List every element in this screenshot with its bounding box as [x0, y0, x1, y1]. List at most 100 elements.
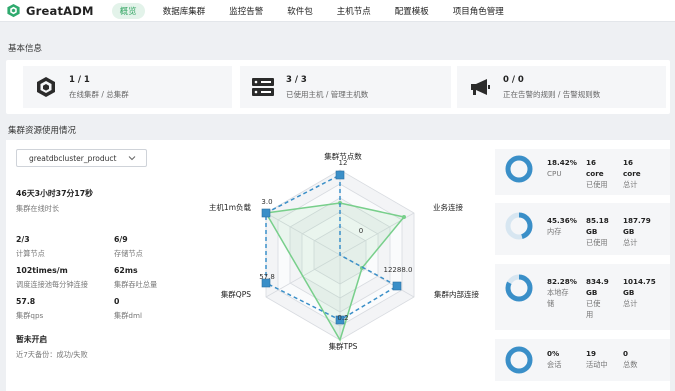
radar-value-node-count: 12 [339, 159, 348, 167]
dml-value: 0 [114, 297, 120, 306]
usage-title: 集群资源使用情况 [8, 126, 77, 136]
storage-used-label-wrap: 用 [586, 310, 594, 319]
compute-nodes-label: 计算节点 [16, 249, 45, 258]
nav-hosts[interactable]: 主机节点 [337, 5, 371, 17]
session-label: 会话 [547, 360, 562, 369]
backup-label: 近7天备份：成功/失败 [16, 350, 88, 359]
pool-conn-metric: 102times/m 调度连接池每分钟连接 [16, 266, 88, 290]
storage-percent: 82.28% [547, 277, 577, 286]
megaphone-icon [467, 74, 493, 100]
nav-config-templates[interactable]: 配置模板 [395, 5, 429, 17]
session-active-value: 19 [586, 349, 597, 358]
compute-nodes-metric: 2/3 计算节点 [16, 235, 45, 259]
cluster-count: 1 / 1 [69, 74, 90, 85]
radar-value-business-conn: 0 [359, 227, 363, 235]
session-percent: 0% [547, 349, 560, 358]
storage-nodes-metric: 6/9 存储节点 [114, 235, 143, 259]
app-title: GreatADM [26, 3, 94, 18]
cpu-total-label: 总计 [623, 180, 638, 189]
radar-load-marker [261, 208, 271, 218]
qps-metric: 57.8 集群qps [16, 297, 43, 321]
memory-used-value: 85.18 [586, 216, 609, 225]
memory-percent: 45.36% [547, 216, 577, 225]
main-nav: 概览 数据库集群 监控告警 软件包 主机节点 配置模板 项目角色管理 [111, 2, 528, 19]
cpu-ring [505, 155, 533, 183]
radar-value-internal-conn: 12288.0 [384, 266, 413, 274]
radar-value-tps: 0.2 [337, 314, 348, 322]
chevron-down-icon [128, 156, 136, 161]
memory-card: 45.36% 内存 85.18 GB 已使用 187.79 GB 总计 [495, 203, 670, 255]
alert-stat-card: 0 / 0 正在告警的规则 / 告警规则数 [457, 66, 666, 108]
dml-label: 集群dml [114, 311, 142, 320]
storage-total-unit: GB [623, 288, 635, 297]
throughput-metric: 62ms 集群吞吐总量 [114, 266, 157, 290]
qps-value: 57.8 [16, 297, 36, 306]
memory-total-label: 总计 [623, 238, 638, 247]
cpu-label: CPU [547, 169, 562, 178]
storage-nodes-label: 存储节点 [114, 249, 143, 258]
storage-used-label: 已使 [586, 299, 601, 308]
radar-internal-conn-marker [392, 281, 402, 291]
cluster-select-value: greatdbcluster_product [29, 153, 117, 163]
session-active-label: 活动中 [586, 360, 608, 369]
alert-count: 0 / 0 [503, 74, 524, 85]
memory-label: 内存 [547, 227, 562, 236]
server-icon [250, 74, 276, 100]
cluster-count-label: 在线集群 / 总集群 [69, 89, 129, 99]
cluster-stat-card: 1 / 1 在线集群 / 总集群 [23, 66, 232, 108]
logo-icon [7, 3, 20, 18]
radar-axis-qps: 集群QPS [221, 289, 251, 299]
session-card: 0% 会话 19 活动中 0 总数 [495, 339, 670, 381]
host-stat-card: 3 / 3 已使用主机 / 管理主机数 [240, 66, 451, 108]
memory-total-value: 187.79 [623, 216, 651, 225]
cube-icon [33, 74, 59, 100]
storage-label: 本地存 [547, 288, 569, 297]
radar-axis-internal-conn: 集群内部连接 [434, 289, 479, 299]
radar-baseline-point [402, 215, 406, 219]
nav-project-roles[interactable]: 项目角色管理 [453, 5, 504, 17]
app-logo[interactable]: GreatADM [6, 3, 94, 18]
top-bar: GreatADM 概览 数据库集群 监控告警 软件包 主机节点 配置模板 项目角… [0, 0, 675, 22]
throughput-label: 集群吞吐总量 [114, 280, 158, 289]
pool-conn-label: 调度连接池每分钟连接 [16, 280, 88, 289]
cpu-card: 18.42% CPU 16 core 已使用 16 core 总计 [495, 149, 670, 195]
host-count-label: 已使用主机 / 管理主机数 [286, 89, 369, 99]
basic-info-title: 基本信息 [8, 44, 43, 54]
radar-value-host-load: 3.0 [261, 198, 272, 206]
memory-total-unit: GB [623, 227, 635, 236]
host-count: 3 / 3 [286, 74, 307, 85]
memory-used-unit: GB [586, 227, 598, 236]
storage-ring [505, 274, 533, 302]
session-total-value: 0 [623, 349, 629, 358]
radar-value-qps: 57.8 [259, 273, 275, 281]
throughput-value: 62ms [114, 266, 138, 275]
backup-metric: 暂未开启 近7天备份：成功/失败 [16, 334, 88, 360]
radar-axis-business-conn: 业务连接 [433, 202, 463, 212]
memory-ring [505, 212, 533, 240]
storage-label-wrap: 储 [547, 299, 555, 308]
radar-axis-host-load: 主机1m负载 [209, 202, 252, 212]
nav-monitoring[interactable]: 监控告警 [229, 5, 263, 17]
radar-chart: 集群节点数 业务连接 集群内部连接 集群TPS 集群QPS 主机1m负载 12 … [209, 151, 480, 351]
cluster-select[interactable]: greatdbcluster_product [16, 149, 147, 167]
cpu-used-label: 已使用 [586, 180, 608, 189]
storage-used-unit: GB [586, 288, 598, 297]
radar-axis-tps: 集群TPS [329, 341, 358, 351]
basic-info-panel: 1 / 1 在线集群 / 总集群 3 / 3 已使用主机 / 管理主机数 0 /… [6, 60, 670, 114]
session-ring [505, 346, 533, 374]
nav-overview[interactable]: 概览 [111, 2, 145, 19]
nav-db-clusters[interactable]: 数据库集群 [163, 5, 206, 17]
cpu-percent: 18.42% [547, 158, 577, 167]
session-total-label: 总数 [623, 360, 638, 369]
uptime-value: 46天3小时37分17秒 [16, 189, 93, 198]
nav-packages[interactable]: 软件包 [287, 5, 313, 17]
dml-metric: 0 集群dml [114, 297, 142, 321]
pool-conn-value: 102times/m [16, 266, 68, 275]
storage-total-label: 总计 [623, 299, 638, 308]
uptime-metric: 46天3小时37分17秒 集群在线时长 [16, 188, 93, 214]
cpu-total-unit: core [623, 169, 641, 178]
compute-nodes-value: 2/3 [16, 235, 30, 244]
radar-node-count-marker [335, 170, 345, 180]
cpu-used-unit: core [586, 169, 604, 178]
memory-used-label: 已使用 [586, 238, 608, 247]
